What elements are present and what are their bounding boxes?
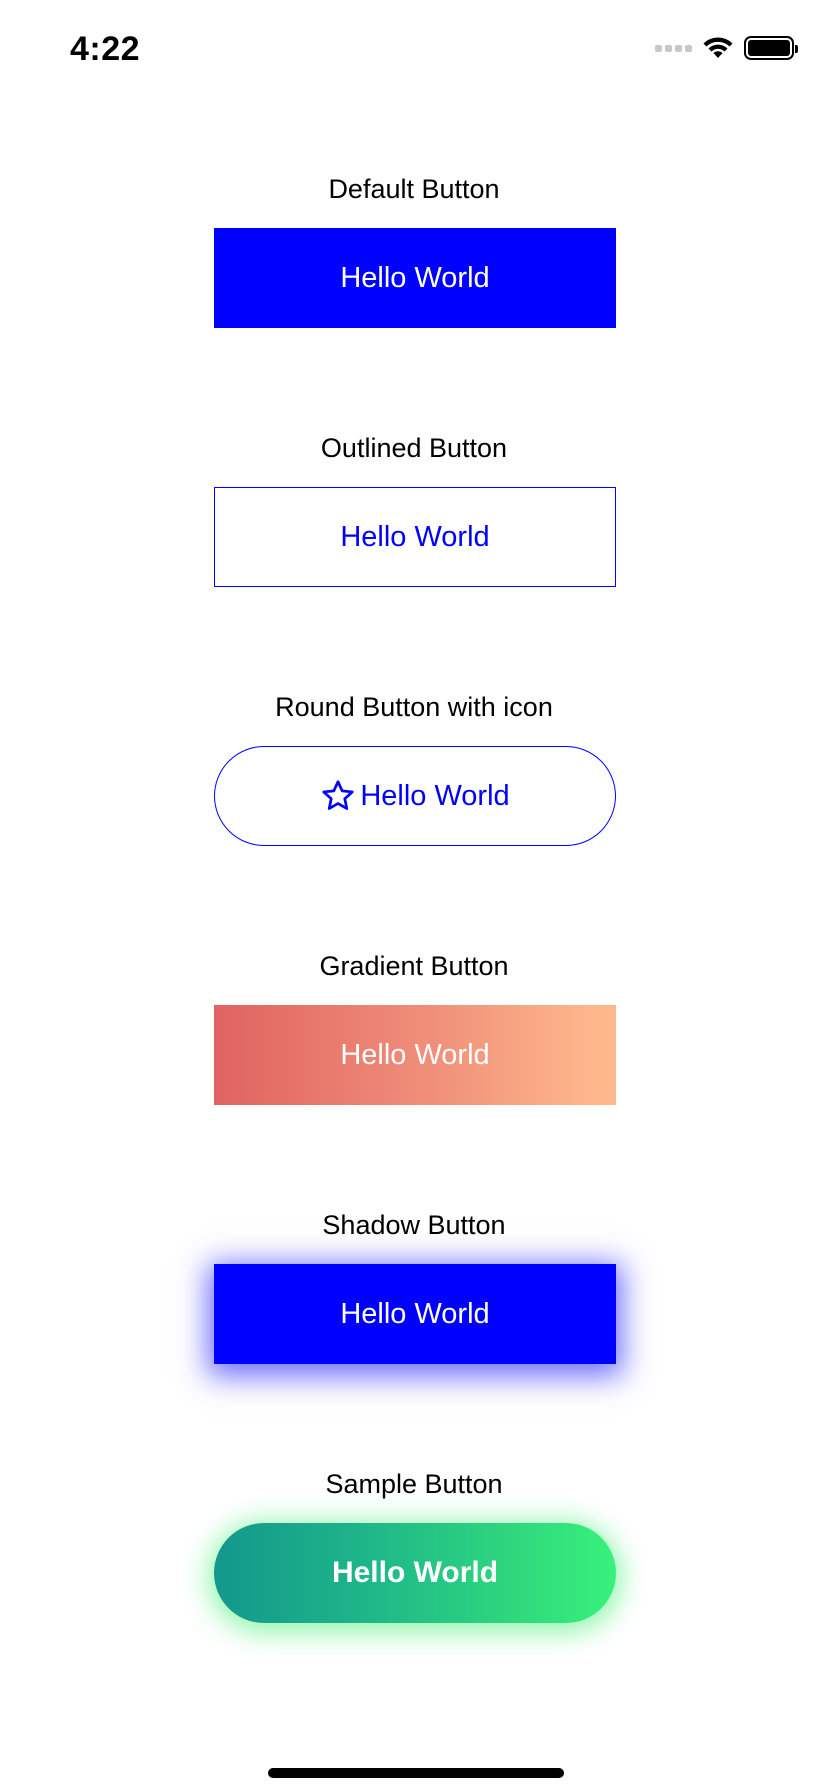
round-button-label: Round Button with icon <box>275 692 553 722</box>
default-button-text: Hello World <box>340 261 490 294</box>
battery-icon <box>744 36 798 60</box>
shadow-button[interactable]: Hello World <box>214 1264 616 1364</box>
shadow-button-text: Hello World <box>340 1297 490 1330</box>
status-time: 4:22 <box>70 30 141 68</box>
outlined-button[interactable]: Hello World <box>214 487 616 587</box>
gradient-button[interactable]: Hello World <box>214 1005 616 1105</box>
status-icons <box>655 36 798 60</box>
outlined-button-text: Hello World <box>340 520 490 553</box>
home-indicator[interactable] <box>268 1768 564 1778</box>
wifi-icon <box>703 37 733 58</box>
sample-button[interactable]: Hello World <box>214 1523 616 1623</box>
cellular-signal-icon <box>655 44 692 52</box>
round-button-text: Hello World <box>360 779 510 812</box>
status-bar: 4:22 <box>0 0 828 100</box>
gradient-button-text: Hello World <box>340 1038 490 1071</box>
gradient-button-label: Gradient Button <box>319 951 509 981</box>
star-outline-icon <box>322 780 354 810</box>
default-button-label: Default Button <box>328 174 500 204</box>
round-icon-button[interactable]: Hello World <box>214 746 616 846</box>
sample-button-label: Sample Button <box>325 1469 503 1499</box>
default-button[interactable]: Hello World <box>214 228 616 328</box>
outlined-button-label: Outlined Button <box>320 433 508 463</box>
shadow-button-label: Shadow Button <box>322 1210 506 1240</box>
sample-button-text: Hello World <box>331 1556 499 1589</box>
